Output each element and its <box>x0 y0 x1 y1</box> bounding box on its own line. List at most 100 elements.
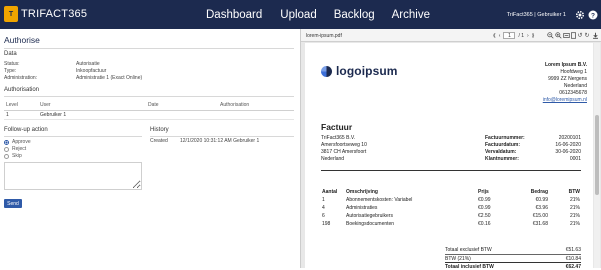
prev-page-icon[interactable]: ‹ <box>499 33 501 39</box>
field-administration: Administration: Administratie 1 (Exact O… <box>0 75 296 82</box>
user-area: TriFact365 | Gebruiker 1 ? <box>507 0 598 29</box>
history-heading: History <box>150 127 169 133</box>
authorisation-heading: Authorisation <box>4 87 40 93</box>
viewer-toolbar: lorem-ipsum.pdf ⟪ ‹ 1 / 1 › ⟫ ↺ ↻ <box>301 29 601 42</box>
meta-value: 20200101 <box>558 135 581 141</box>
column-header: Aantal <box>322 189 338 195</box>
invoice-totals: Totaal exclusief BTW €51.63 BTW (21%) €1… <box>445 246 581 270</box>
nav-item-dashboard[interactable]: Dashboard <box>206 9 262 21</box>
table-cell: €0.16 <box>478 221 491 227</box>
table-cell: Gebruiker 1 <box>38 110 146 120</box>
follow-up-divider <box>4 136 142 137</box>
recipient-country: Nederland <box>321 156 345 162</box>
logo-text: logoipsum <box>336 64 398 78</box>
page-total: / 1 <box>518 32 525 39</box>
field-value: Autorisatie <box>76 61 100 67</box>
meta-row: Klantnummer: 0001 <box>485 156 581 163</box>
svg-text:?: ? <box>591 12 595 19</box>
table-cell: Abonnementskosten: Variabel <box>346 197 413 203</box>
radio-label: Skip <box>12 153 22 159</box>
column-header: Prijs <box>478 189 489 195</box>
invoice-lines-table: Aantal Omschrijving Prijs Bedrag BTW 1 A… <box>321 188 581 228</box>
nav-item-backlog[interactable]: Backlog <box>334 9 375 21</box>
send-button[interactable]: Send <box>4 199 22 208</box>
table-cell <box>218 110 294 120</box>
nav-item-upload[interactable]: Upload <box>280 9 316 21</box>
gear-icon[interactable] <box>575 10 585 20</box>
total-label: Totaal inclusief BTW <box>445 263 494 270</box>
radio-unchecked-icon[interactable] <box>4 153 9 159</box>
help-icon[interactable]: ? <box>588 10 598 20</box>
refresh-icon[interactable]: ↻ <box>583 31 591 39</box>
column-header: Omschrijving <box>346 189 378 195</box>
total-label: Totaal exclusief BTW <box>445 247 492 253</box>
vat-row: BTW (21%) €10.84 <box>445 254 581 262</box>
logo-badge-icon: T <box>4 6 18 22</box>
table-row: 198 Boekingsdocumenten €0.16 €31.68 21% <box>321 220 581 228</box>
pdf-page: logoipsum Lorem Ipsum B.V. Hoofdweg 1 99… <box>305 43 593 270</box>
radio-label: Approve <box>12 139 31 145</box>
sender-email-link[interactable]: info@loremipsum.nl <box>543 97 587 104</box>
table-cell: 1 <box>4 110 38 120</box>
column-header: BTW <box>568 189 580 195</box>
pdf-viewer: lorem-ipsum.pdf ⟪ ‹ 1 / 1 › ⟫ ↺ ↻ logoip… <box>300 29 601 270</box>
table-cell: Boekingsdocumenten <box>346 221 395 227</box>
zoom-in-icon[interactable] <box>554 31 562 39</box>
radio-skip[interactable]: Skip <box>4 153 22 159</box>
recipient-address: TriFact365 B.V. Amersfoortseweg 10 3817 … <box>321 135 367 163</box>
viewer-scrollbar[interactable] <box>594 43 600 268</box>
first-page-icon[interactable]: ⟪ <box>493 33 496 39</box>
zoom-out-icon[interactable] <box>546 31 554 39</box>
logoipsum-mark-icon <box>321 65 332 77</box>
data-heading: Data <box>4 51 17 57</box>
radio-checked-icon[interactable] <box>4 139 9 145</box>
top-navigation-bar: T TRIFACT365 Dashboard Upload Backlog Ar… <box>0 0 601 29</box>
total-value: €10.84 <box>565 255 581 262</box>
field-value: Administratie 1 (Exact Online) <box>76 75 143 81</box>
table-header-row: Level User Date Authorisation <box>4 101 294 111</box>
meta-label: Vervaldatum: <box>485 149 517 155</box>
page-number-input[interactable]: 1 <box>503 32 516 39</box>
radio-unchecked-icon[interactable] <box>4 146 9 152</box>
comment-textarea[interactable] <box>4 162 142 190</box>
scrollbar-thumb[interactable] <box>595 115 599 195</box>
nav-item-archive[interactable]: Archive <box>392 9 430 21</box>
total-value: €62.47 <box>565 263 581 270</box>
logo-text: TRIFACT365 <box>21 8 88 20</box>
total-incl-row: Totaal inclusief BTW €62.47 <box>445 262 581 270</box>
meta-row: Vervaldatum: 30-06-2020 <box>485 149 581 156</box>
last-page-icon[interactable]: ⟫ <box>532 33 535 39</box>
table-row: 6 Autorisatiegebruikers €2.50 €15.00 21% <box>321 212 581 220</box>
main-nav: Dashboard Upload Backlog Archive <box>206 0 447 29</box>
page-title: Authorise <box>4 35 40 45</box>
table-cell: €0.99 <box>478 197 491 203</box>
invoice-meta: Factuurnummer: 20200101 Factuurdatum: 16… <box>485 135 581 163</box>
table-cell: 21% <box>569 213 580 219</box>
meta-value: 0001 <box>569 156 581 162</box>
meta-label: Factuurdatum: <box>485 142 520 148</box>
field-label: Type: <box>4 68 17 74</box>
table-cell: €15.00 <box>532 213 548 219</box>
invoice-title: Factuur <box>321 122 353 132</box>
recipient-street: Amersfoortseweg 10 <box>321 142 367 148</box>
page-navigator: ⟪ ‹ 1 / 1 › ⟫ <box>493 32 534 39</box>
radio-reject[interactable]: Reject <box>4 146 26 152</box>
download-icon[interactable] <box>591 31 599 39</box>
app-logo[interactable]: T TRIFACT365 <box>4 6 87 22</box>
table-cell: €2.50 <box>478 213 491 219</box>
history-divider <box>150 136 294 137</box>
table-cell: 6 <box>322 213 325 219</box>
sender-street: Hoofdweg 1 <box>560 69 587 75</box>
field-label: Status: <box>4 61 20 67</box>
table-row: 4 Administraties €0.99 €3.96 21% <box>321 204 581 212</box>
sender-country: Nederland <box>563 83 587 89</box>
total-value: €51.63 <box>565 247 581 253</box>
next-page-icon[interactable]: › <box>527 33 529 39</box>
table-cell: 21% <box>569 197 580 203</box>
user-name[interactable]: TriFact365 | Gebruiker 1 <box>507 12 566 18</box>
history-entry: Created 12/1/2020 10:31:12 AM Gebruiker … <box>150 138 294 144</box>
recipient-city: 3817 CH Amersfoort <box>321 149 367 155</box>
radio-approve[interactable]: Approve <box>4 139 31 145</box>
history-status: Created <box>150 138 168 144</box>
table-cell: €3.96 <box>535 205 548 211</box>
